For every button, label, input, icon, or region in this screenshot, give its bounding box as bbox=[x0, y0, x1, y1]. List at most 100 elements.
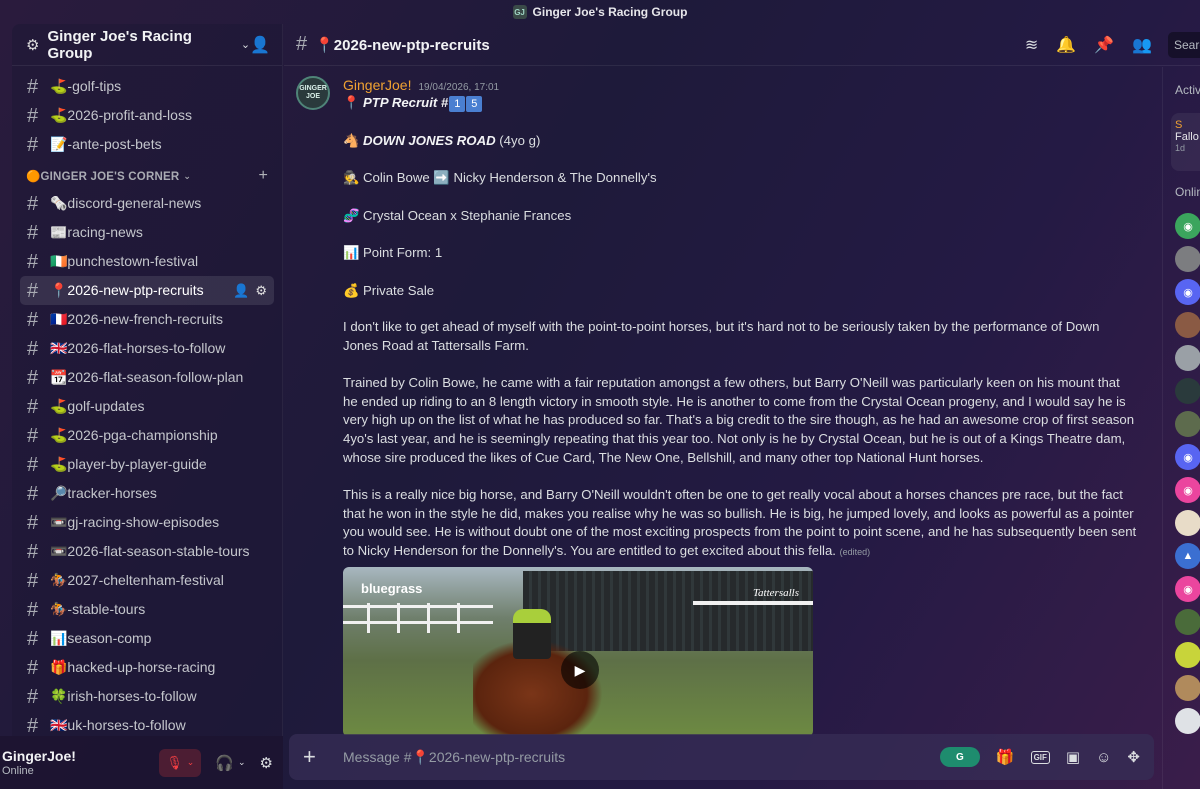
channel-item[interactable]: # 🇬🇧2026-flat-horses-to-follow bbox=[20, 334, 274, 363]
channel-item[interactable]: # 📼gj-racing-show-episodes bbox=[20, 508, 274, 537]
server-app-icon: GJ bbox=[512, 5, 527, 19]
member-avatar[interactable] bbox=[1175, 642, 1200, 668]
deafen-button[interactable]: 🎧 ⌄ bbox=[215, 754, 245, 772]
member-avatar[interactable]: ◉ bbox=[1175, 213, 1200, 239]
play-icon[interactable]: ▶ bbox=[561, 651, 599, 689]
member-avatar[interactable] bbox=[1175, 708, 1200, 734]
channel-item[interactable]: # 📝-ante-post-bets bbox=[20, 130, 274, 159]
member-list: Active S Fallo 1d Online ◉ ◉ ◉ ◉ ▲ ◉ bbox=[1162, 67, 1200, 789]
member-avatar[interactable] bbox=[1175, 609, 1200, 635]
channel-item[interactable]: # ⛳2026-profit-and-loss bbox=[20, 101, 274, 130]
channel-item[interactable]: # 📊season-comp bbox=[20, 624, 274, 653]
member-avatar[interactable] bbox=[1175, 345, 1200, 371]
channel-item[interactable]: # 📼2026-flat-season-stable-tours bbox=[20, 537, 274, 566]
member-avatar[interactable] bbox=[1175, 378, 1200, 404]
channel-item-active[interactable]: # 📍2026-new-ptp-recruits 👤 ⚙ bbox=[20, 276, 274, 305]
pin-icon[interactable]: 📌 bbox=[1094, 35, 1114, 55]
message-author[interactable]: GingerJoe! bbox=[343, 77, 411, 93]
sticker-icon[interactable]: ▣ bbox=[1066, 748, 1080, 766]
hash-icon: # bbox=[27, 192, 39, 215]
server-header[interactable]: ⚙ Ginger Joe's Racing Group ⌄ 👤 bbox=[12, 24, 282, 66]
channel-item[interactable]: # 🍀irish-horses-to-follow bbox=[20, 682, 274, 711]
horse-icon: 🐴 bbox=[343, 132, 360, 148]
horse-name: DOWN JONES ROAD bbox=[363, 132, 496, 148]
channel-sidebar: ⚙ Ginger Joe's Racing Group ⌄ 👤 # ⛳-golf-… bbox=[12, 24, 283, 736]
keycap-digit: 1 bbox=[449, 96, 466, 112]
search-input[interactable]: Search bbox=[1168, 32, 1200, 58]
channel-item[interactable]: # ⛳player-by-player-guide bbox=[20, 450, 274, 479]
member-avatar[interactable] bbox=[1175, 675, 1200, 701]
member-avatar[interactable] bbox=[1175, 246, 1200, 272]
member-avatar[interactable] bbox=[1175, 411, 1200, 437]
channel-item[interactable]: # 🗞️discord-general-news bbox=[20, 189, 274, 218]
hash-icon: # bbox=[27, 685, 39, 708]
edited-label: (edited) bbox=[839, 547, 871, 558]
member-list-icon[interactable]: 👥 bbox=[1132, 35, 1152, 55]
message-paragraph: I don't like to get ahead of myself with… bbox=[343, 319, 1100, 353]
threads-icon[interactable]: ≋ bbox=[1025, 35, 1038, 55]
member-avatar[interactable] bbox=[1175, 510, 1200, 536]
mute-button[interactable]: 🎙 ⌄ bbox=[159, 748, 202, 777]
channel-label: 📼gj-racing-show-episodes bbox=[50, 514, 220, 530]
server-name: Ginger Joe's Racing Group bbox=[47, 27, 192, 62]
channel-item[interactable]: # 🇫🇷2026-new-french-recruits bbox=[20, 305, 274, 334]
sale-line: 💰 Private Sale bbox=[343, 281, 1138, 300]
member-avatar[interactable]: ◉ bbox=[1175, 477, 1200, 503]
user-settings-button[interactable]: ⚙ bbox=[260, 754, 273, 772]
member-avatar[interactable]: ◉ bbox=[1175, 444, 1200, 470]
channel-label: 📼2026-flat-season-stable-tours bbox=[50, 543, 250, 559]
gift-icon[interactable]: 🎁 bbox=[996, 748, 1015, 766]
money-bag-icon: 💰 bbox=[343, 282, 360, 298]
channel-label: 🇫🇷2026-new-french-recruits bbox=[50, 311, 224, 327]
hash-icon: # bbox=[27, 424, 39, 447]
avatar[interactable]: GINGER JOE bbox=[296, 76, 330, 110]
invite-people-icon[interactable]: 👤 bbox=[250, 35, 270, 55]
add-channel-icon[interactable]: + bbox=[258, 167, 268, 185]
channel-label: 📝-ante-post-bets bbox=[50, 136, 162, 152]
hash-icon: # bbox=[27, 656, 39, 679]
channel-item[interactable]: # 📆2026-flat-season-follow-plan bbox=[20, 363, 274, 392]
emoji-icon[interactable]: ☺ bbox=[1096, 749, 1111, 766]
user-info[interactable]: GingerJoe! Online bbox=[2, 748, 76, 777]
channel-label: 📰racing-news bbox=[50, 224, 143, 240]
video-attachment[interactable]: bluegrass Tattersalls ▶ bbox=[343, 567, 813, 735]
channel-label: 🇮🇪punchestown-festival bbox=[50, 253, 199, 269]
window-titlebar: GJ Ginger Joe's Racing Group bbox=[0, 0, 1200, 24]
gif-button[interactable]: GIF bbox=[1030, 750, 1050, 764]
apps-icon[interactable]: ✥ bbox=[1127, 748, 1140, 766]
channel-item[interactable]: # ⛳-golf-tips bbox=[20, 72, 274, 101]
channel-item[interactable]: # 🏇2027-cheltenham-festival bbox=[20, 566, 274, 595]
message-input[interactable] bbox=[343, 749, 940, 765]
channel-item[interactable]: # 🔎tracker-horses bbox=[20, 479, 274, 508]
channel-label: ⛳golf-updates bbox=[50, 398, 145, 414]
hash-icon: # bbox=[27, 540, 39, 563]
gear-icon: ⚙ bbox=[259, 754, 273, 772]
channel-item[interactable]: # ⛳golf-updates bbox=[20, 392, 274, 421]
channel-item[interactable]: # 🇮🇪punchestown-festival bbox=[20, 247, 274, 276]
create-invite-icon[interactable]: 👤 bbox=[233, 283, 249, 299]
dna-icon: 🧬 bbox=[343, 207, 360, 223]
add-attachment-icon[interactable]: + bbox=[303, 744, 333, 770]
member-avatar[interactable]: ◉ bbox=[1175, 279, 1200, 305]
activity-subtitle: Fallo bbox=[1175, 131, 1199, 143]
channel-item[interactable]: # ⛳2026-pga-championship bbox=[20, 421, 274, 450]
member-avatar[interactable]: ◉ bbox=[1175, 576, 1200, 602]
channel-item[interactable]: # 🎁hacked-up-horse-racing bbox=[20, 653, 274, 682]
chevron-down-icon: ⌄ bbox=[186, 757, 195, 767]
channel-item[interactable]: # 🏇-stable-tours bbox=[20, 595, 274, 624]
message-list: GINGER JOE GingerJoe! 19/04/2026, 17:01 … bbox=[284, 67, 1150, 735]
online-label: Online bbox=[1175, 185, 1200, 199]
hash-icon: # bbox=[27, 279, 39, 302]
bell-icon[interactable]: 🔔 bbox=[1056, 35, 1076, 55]
channel-title: 📍2026-new-ptp-recruits bbox=[315, 36, 490, 54]
category-header[interactable]: 🟠GINGER JOE'S CORNER ⌄ + bbox=[12, 159, 282, 189]
activity-card[interactable]: S Fallo 1d bbox=[1171, 113, 1200, 171]
gear-icon[interactable]: ⚙ bbox=[255, 283, 267, 299]
channel-item[interactable]: # 🇬🇧uk-horses-to-follow bbox=[20, 711, 274, 736]
member-avatar[interactable] bbox=[1175, 312, 1200, 338]
grammarly-icon[interactable]: G bbox=[939, 747, 980, 767]
breeding-text: Crystal Ocean x Stephanie Frances bbox=[363, 207, 572, 223]
channel-item[interactable]: # 📰racing-news bbox=[20, 218, 274, 247]
channel-label: ⛳2026-profit-and-loss bbox=[50, 107, 192, 123]
member-avatar[interactable]: ▲ bbox=[1175, 543, 1200, 569]
